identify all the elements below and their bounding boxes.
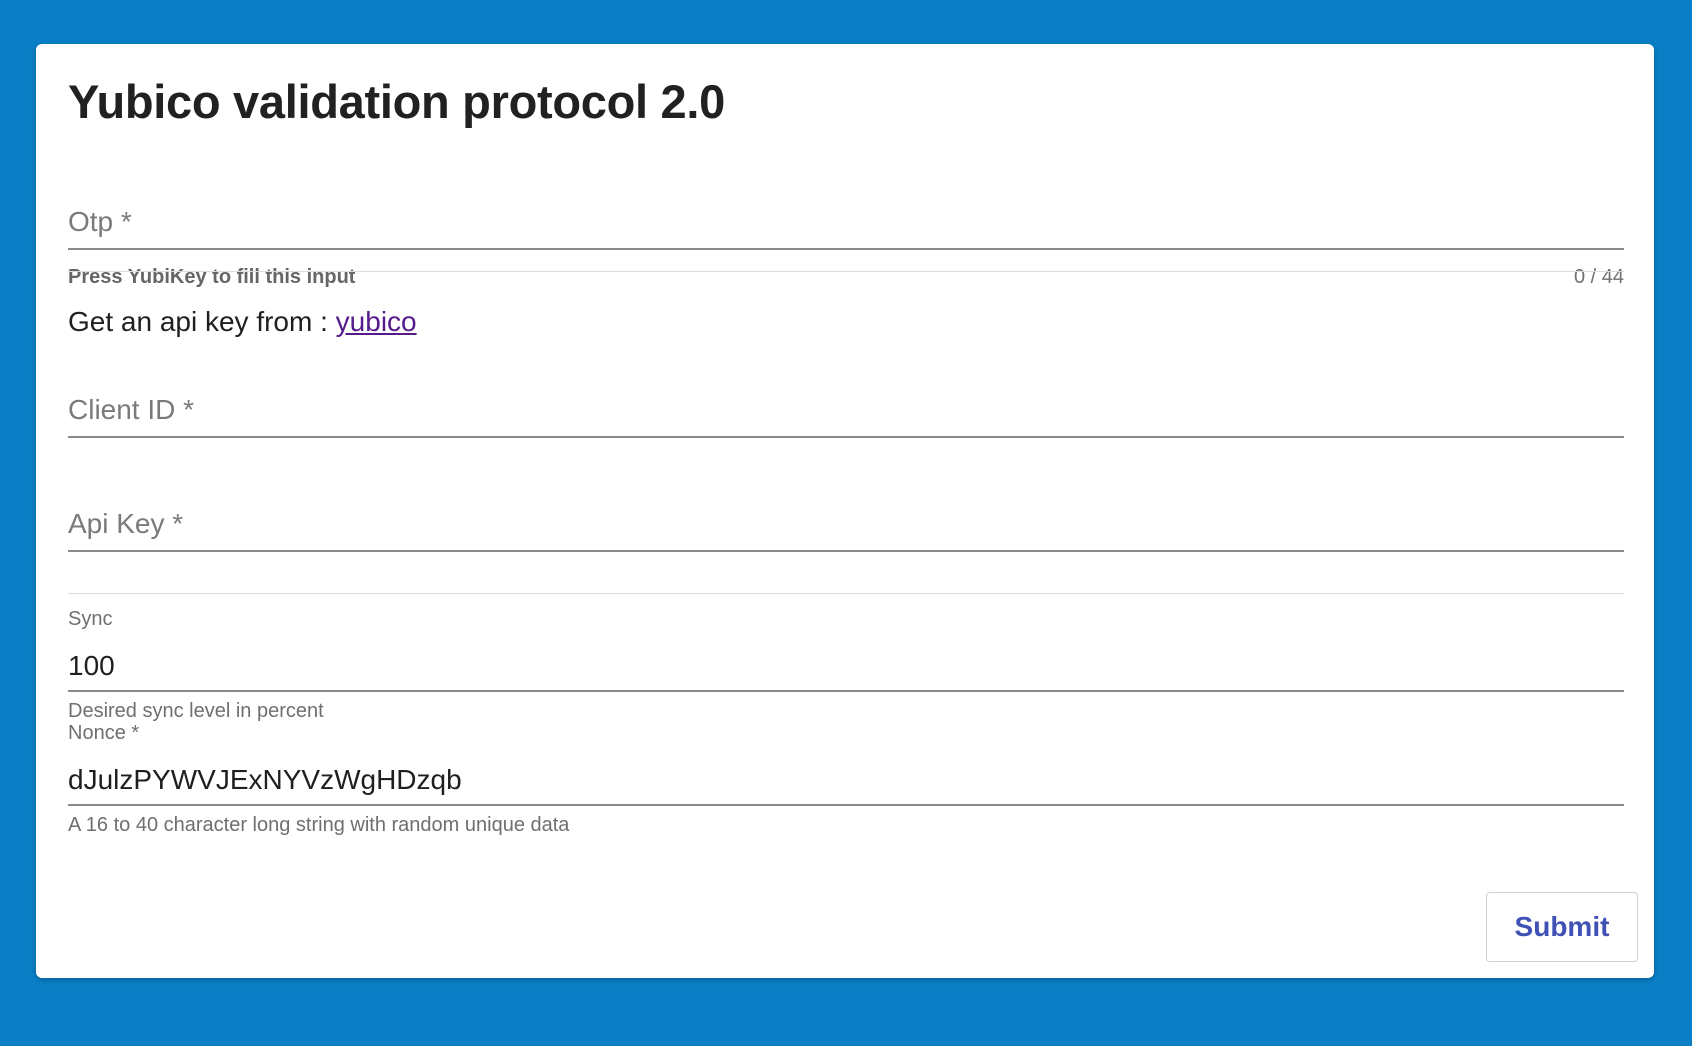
client-id-field[interactable]: Client ID * — [68, 382, 1624, 438]
nonce-value: dJulzPYWVJExNYVzWgHDzqb — [68, 764, 462, 795]
otp-placeholder: Otp * — [68, 206, 132, 237]
yubico-link[interactable]: yubico — [336, 306, 417, 337]
page-title: Yubico validation protocol 2.0 — [68, 75, 725, 128]
otp-hint: Press YubiKey to fill this input — [68, 266, 356, 288]
client-id-placeholder: Client ID * — [68, 394, 195, 425]
sync-label: Sync — [68, 608, 113, 630]
api-key-field[interactable]: Api Key * — [68, 496, 1624, 552]
otp-input[interactable]: Otp * — [68, 194, 1624, 250]
api-key-info-text: Get an api key from : — [68, 306, 336, 337]
sync-value: 100 — [68, 650, 115, 681]
sync-hint: Desired sync level in percent — [68, 700, 324, 722]
section-divider — [68, 593, 1624, 594]
nonce-hint: A 16 to 40 character long string with ra… — [68, 814, 570, 836]
form-card: Yubico validation protocol 2.0 Otp * Pre… — [36, 44, 1654, 978]
sync-input[interactable]: 100 — [68, 636, 1624, 692]
nonce-field[interactable]: Nonce * dJulzPYWVJExNYVzWgHDzqb A 16 to … — [68, 722, 1624, 836]
api-key-info: Get an api key from : yubico — [68, 306, 417, 338]
section-divider — [68, 271, 1624, 272]
submit-button[interactable]: Submit — [1486, 892, 1638, 962]
client-id-input[interactable]: Client ID * — [68, 382, 1624, 438]
api-key-input[interactable]: Api Key * — [68, 496, 1624, 552]
api-key-placeholder: Api Key * — [68, 508, 184, 539]
otp-field[interactable]: Otp * Press YubiKey to fill this input 0… — [68, 194, 1624, 288]
nonce-label: Nonce * — [68, 722, 140, 744]
otp-counter: 0 / 44 — [1573, 266, 1624, 288]
sync-field[interactable]: Sync 100 Desired sync level in percent — [68, 608, 1624, 722]
nonce-input[interactable]: dJulzPYWVJExNYVzWgHDzqb — [68, 750, 1624, 806]
